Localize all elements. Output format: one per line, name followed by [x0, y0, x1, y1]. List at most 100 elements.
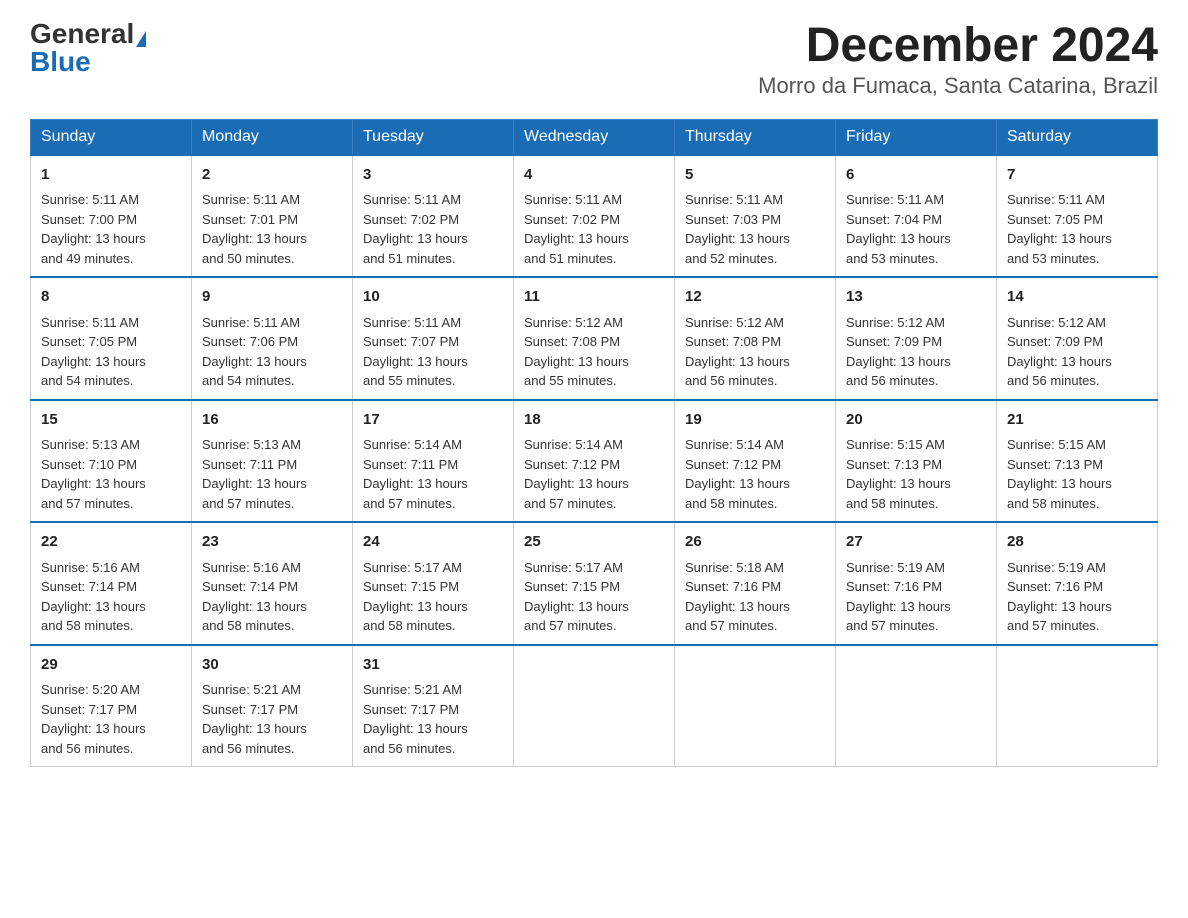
- table-row: 14 Sunrise: 5:12 AMSunset: 7:09 PMDaylig…: [997, 277, 1158, 400]
- day-info: Sunrise: 5:11 AMSunset: 7:02 PMDaylight:…: [524, 192, 629, 266]
- day-info: Sunrise: 5:16 AMSunset: 7:14 PMDaylight:…: [41, 560, 146, 634]
- day-number: 7: [1007, 164, 1147, 187]
- table-row: 23 Sunrise: 5:16 AMSunset: 7:14 PMDaylig…: [192, 522, 353, 645]
- table-row: 31 Sunrise: 5:21 AMSunset: 7:17 PMDaylig…: [353, 645, 514, 767]
- day-number: 22: [41, 531, 181, 554]
- col-saturday: Saturday: [997, 119, 1158, 155]
- day-number: 17: [363, 409, 503, 432]
- day-number: 24: [363, 531, 503, 554]
- day-number: 3: [363, 164, 503, 187]
- table-row: 10 Sunrise: 5:11 AMSunset: 7:07 PMDaylig…: [353, 277, 514, 400]
- day-number: 29: [41, 654, 181, 677]
- table-row: 22 Sunrise: 5:16 AMSunset: 7:14 PMDaylig…: [31, 522, 192, 645]
- day-number: 1: [41, 164, 181, 187]
- col-wednesday: Wednesday: [514, 119, 675, 155]
- calendar-table: Sunday Monday Tuesday Wednesday Thursday…: [30, 119, 1158, 768]
- page-header: General Blue December 2024 Morro da Fuma…: [30, 20, 1158, 99]
- table-row: [675, 645, 836, 767]
- day-number: 4: [524, 164, 664, 187]
- day-info: Sunrise: 5:11 AMSunset: 7:00 PMDaylight:…: [41, 192, 146, 266]
- day-info: Sunrise: 5:14 AMSunset: 7:11 PMDaylight:…: [363, 437, 468, 511]
- day-number: 9: [202, 286, 342, 309]
- table-row: 17 Sunrise: 5:14 AMSunset: 7:11 PMDaylig…: [353, 400, 514, 523]
- week-row-3: 15 Sunrise: 5:13 AMSunset: 7:10 PMDaylig…: [31, 400, 1158, 523]
- day-number: 12: [685, 286, 825, 309]
- table-row: 16 Sunrise: 5:13 AMSunset: 7:11 PMDaylig…: [192, 400, 353, 523]
- table-row: 2 Sunrise: 5:11 AMSunset: 7:01 PMDayligh…: [192, 155, 353, 278]
- table-row: 30 Sunrise: 5:21 AMSunset: 7:17 PMDaylig…: [192, 645, 353, 767]
- table-row: 5 Sunrise: 5:11 AMSunset: 7:03 PMDayligh…: [675, 155, 836, 278]
- table-row: 7 Sunrise: 5:11 AMSunset: 7:05 PMDayligh…: [997, 155, 1158, 278]
- day-info: Sunrise: 5:11 AMSunset: 7:05 PMDaylight:…: [41, 315, 146, 389]
- table-row: 13 Sunrise: 5:12 AMSunset: 7:09 PMDaylig…: [836, 277, 997, 400]
- day-info: Sunrise: 5:14 AMSunset: 7:12 PMDaylight:…: [685, 437, 790, 511]
- day-info: Sunrise: 5:14 AMSunset: 7:12 PMDaylight:…: [524, 437, 629, 511]
- day-number: 15: [41, 409, 181, 432]
- day-number: 13: [846, 286, 986, 309]
- day-info: Sunrise: 5:11 AMSunset: 7:02 PMDaylight:…: [363, 192, 468, 266]
- table-row: 4 Sunrise: 5:11 AMSunset: 7:02 PMDayligh…: [514, 155, 675, 278]
- table-row: 20 Sunrise: 5:15 AMSunset: 7:13 PMDaylig…: [836, 400, 997, 523]
- day-info: Sunrise: 5:11 AMSunset: 7:06 PMDaylight:…: [202, 315, 307, 389]
- day-info: Sunrise: 5:11 AMSunset: 7:01 PMDaylight:…: [202, 192, 307, 266]
- day-number: 21: [1007, 409, 1147, 432]
- day-info: Sunrise: 5:12 AMSunset: 7:09 PMDaylight:…: [1007, 315, 1112, 389]
- table-row: 1 Sunrise: 5:11 AMSunset: 7:00 PMDayligh…: [31, 155, 192, 278]
- table-row: 29 Sunrise: 5:20 AMSunset: 7:17 PMDaylig…: [31, 645, 192, 767]
- table-row: 24 Sunrise: 5:17 AMSunset: 7:15 PMDaylig…: [353, 522, 514, 645]
- day-info: Sunrise: 5:11 AMSunset: 7:07 PMDaylight:…: [363, 315, 468, 389]
- table-row: 26 Sunrise: 5:18 AMSunset: 7:16 PMDaylig…: [675, 522, 836, 645]
- day-info: Sunrise: 5:12 AMSunset: 7:09 PMDaylight:…: [846, 315, 951, 389]
- col-sunday: Sunday: [31, 119, 192, 155]
- day-info: Sunrise: 5:11 AMSunset: 7:05 PMDaylight:…: [1007, 192, 1112, 266]
- week-row-2: 8 Sunrise: 5:11 AMSunset: 7:05 PMDayligh…: [31, 277, 1158, 400]
- day-info: Sunrise: 5:12 AMSunset: 7:08 PMDaylight:…: [685, 315, 790, 389]
- table-row: [997, 645, 1158, 767]
- day-number: 18: [524, 409, 664, 432]
- day-info: Sunrise: 5:13 AMSunset: 7:10 PMDaylight:…: [41, 437, 146, 511]
- week-row-5: 29 Sunrise: 5:20 AMSunset: 7:17 PMDaylig…: [31, 645, 1158, 767]
- day-info: Sunrise: 5:21 AMSunset: 7:17 PMDaylight:…: [363, 682, 468, 756]
- col-monday: Monday: [192, 119, 353, 155]
- day-number: 26: [685, 531, 825, 554]
- day-info: Sunrise: 5:21 AMSunset: 7:17 PMDaylight:…: [202, 682, 307, 756]
- day-number: 23: [202, 531, 342, 554]
- day-number: 27: [846, 531, 986, 554]
- table-row: 8 Sunrise: 5:11 AMSunset: 7:05 PMDayligh…: [31, 277, 192, 400]
- day-number: 5: [685, 164, 825, 187]
- week-row-4: 22 Sunrise: 5:16 AMSunset: 7:14 PMDaylig…: [31, 522, 1158, 645]
- day-number: 14: [1007, 286, 1147, 309]
- table-row: [514, 645, 675, 767]
- day-number: 25: [524, 531, 664, 554]
- day-number: 8: [41, 286, 181, 309]
- logo-general-text: General: [30, 18, 134, 49]
- day-info: Sunrise: 5:16 AMSunset: 7:14 PMDaylight:…: [202, 560, 307, 634]
- table-row: 19 Sunrise: 5:14 AMSunset: 7:12 PMDaylig…: [675, 400, 836, 523]
- table-row: 18 Sunrise: 5:14 AMSunset: 7:12 PMDaylig…: [514, 400, 675, 523]
- day-info: Sunrise: 5:19 AMSunset: 7:16 PMDaylight:…: [1007, 560, 1112, 634]
- table-row: 9 Sunrise: 5:11 AMSunset: 7:06 PMDayligh…: [192, 277, 353, 400]
- day-info: Sunrise: 5:19 AMSunset: 7:16 PMDaylight:…: [846, 560, 951, 634]
- logo: General Blue: [30, 20, 146, 76]
- logo-line1: General: [30, 20, 146, 48]
- table-row: 11 Sunrise: 5:12 AMSunset: 7:08 PMDaylig…: [514, 277, 675, 400]
- day-info: Sunrise: 5:20 AMSunset: 7:17 PMDaylight:…: [41, 682, 146, 756]
- table-row: 27 Sunrise: 5:19 AMSunset: 7:16 PMDaylig…: [836, 522, 997, 645]
- week-row-1: 1 Sunrise: 5:11 AMSunset: 7:00 PMDayligh…: [31, 155, 1158, 278]
- col-thursday: Thursday: [675, 119, 836, 155]
- day-number: 2: [202, 164, 342, 187]
- table-row: 21 Sunrise: 5:15 AMSunset: 7:13 PMDaylig…: [997, 400, 1158, 523]
- day-number: 19: [685, 409, 825, 432]
- day-number: 11: [524, 286, 664, 309]
- table-row: 15 Sunrise: 5:13 AMSunset: 7:10 PMDaylig…: [31, 400, 192, 523]
- day-info: Sunrise: 5:13 AMSunset: 7:11 PMDaylight:…: [202, 437, 307, 511]
- table-row: 12 Sunrise: 5:12 AMSunset: 7:08 PMDaylig…: [675, 277, 836, 400]
- calendar-header-row: Sunday Monday Tuesday Wednesday Thursday…: [31, 119, 1158, 155]
- day-info: Sunrise: 5:11 AMSunset: 7:04 PMDaylight:…: [846, 192, 951, 266]
- table-row: [836, 645, 997, 767]
- page-title: December 2024: [758, 20, 1158, 73]
- day-info: Sunrise: 5:15 AMSunset: 7:13 PMDaylight:…: [1007, 437, 1112, 511]
- day-number: 30: [202, 654, 342, 677]
- day-number: 10: [363, 286, 503, 309]
- day-number: 28: [1007, 531, 1147, 554]
